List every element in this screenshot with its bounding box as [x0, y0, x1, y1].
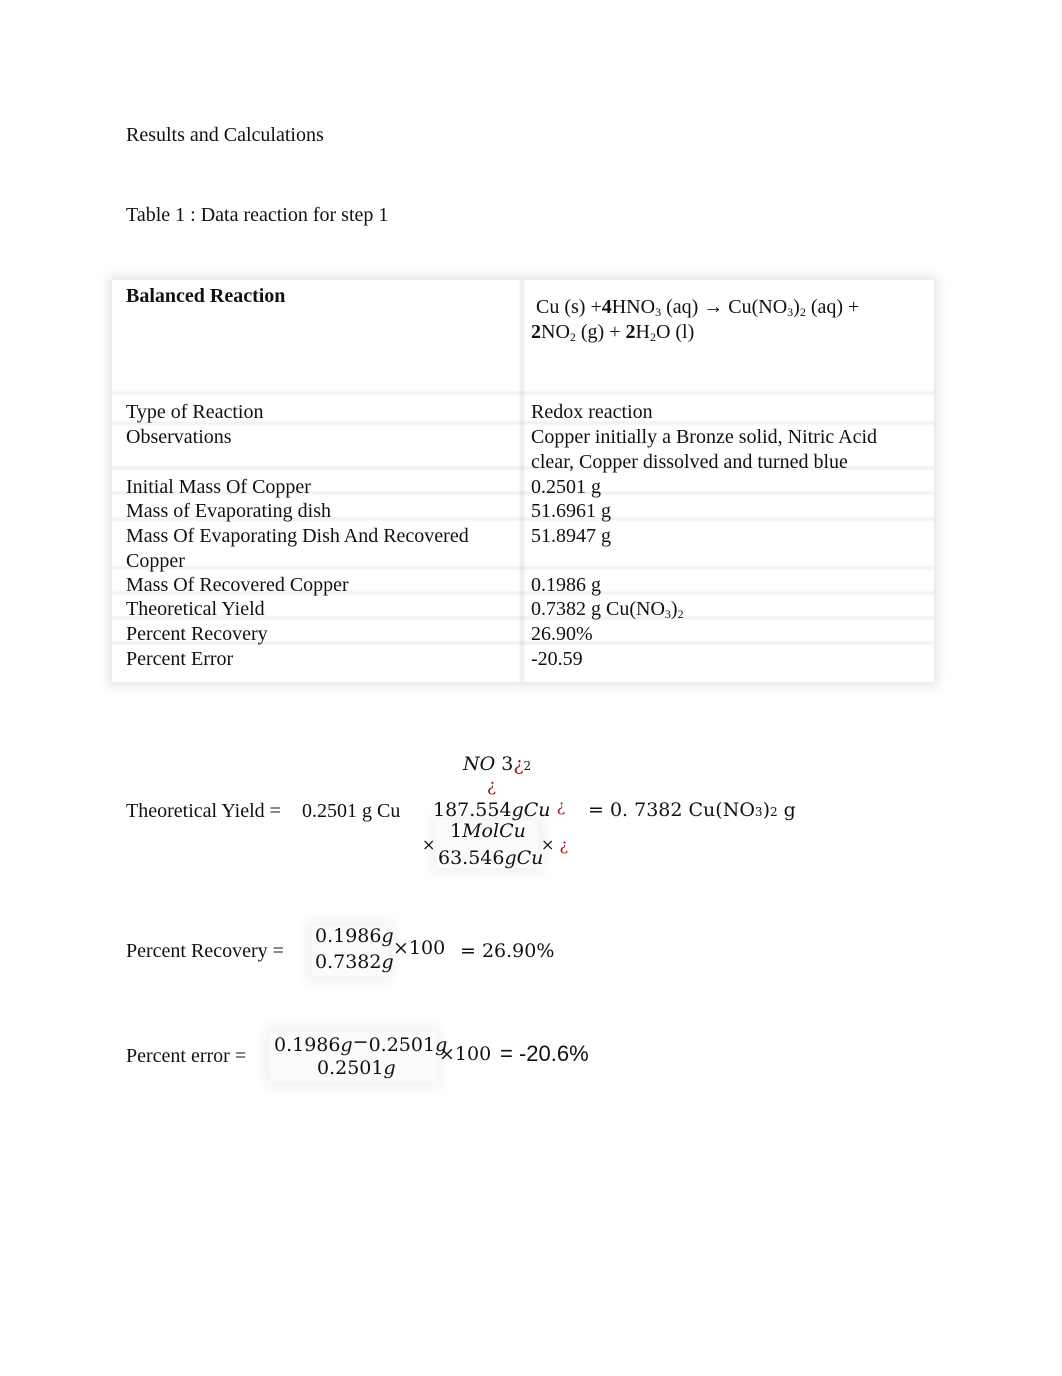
- times-sign: ×: [422, 835, 436, 854]
- cu-mass-denominator: 63.546gCu: [438, 847, 544, 869]
- row-value-percent-error: -20.59: [531, 648, 583, 670]
- section-heading: Results and Calculations: [126, 124, 324, 146]
- recovery-multiplier: ×100: [393, 937, 446, 959]
- table-caption: Table 1 : Data reaction for step 1: [126, 204, 389, 226]
- error-numerator: 0.1986g−0.2501g: [274, 1031, 448, 1056]
- glitch-char: ¿: [556, 796, 566, 815]
- mol-numerator: 1MolCu: [450, 820, 526, 842]
- row-value-initial-mass-copper: 0.2501 g: [531, 476, 601, 498]
- fraction-top: NO 3¿2: [463, 753, 532, 775]
- row-label-balanced-reaction: Balanced Reaction: [126, 285, 286, 307]
- row-label-mass-evaporating-dish: Mass of Evaporating dish: [126, 500, 331, 522]
- row-value-observations: Copper initially a Bronze solid, Nitric …: [531, 426, 878, 473]
- theoretical-yield-label: Theoretical Yield =: [126, 800, 281, 822]
- row-label-percent-error: Percent Error: [126, 648, 234, 670]
- balanced-reaction-equation: Cu (s) +4HNO3 (aq) → Cu(NO3)2 (aq) +2NO2…: [531, 296, 860, 344]
- percent-recovery-label: Percent Recovery =: [126, 940, 284, 962]
- recovery-result: = 26.90%: [460, 940, 555, 962]
- row-value-percent-recovery: 26.90%: [531, 623, 593, 645]
- error-multiplier: ×100: [439, 1043, 492, 1065]
- glitch-char: ¿: [513, 753, 524, 775]
- row-label-mass-dish-and-copper: Mass Of Evaporating Dish And Recovered C…: [126, 525, 469, 572]
- row-label-initial-mass-copper: Initial Mass Of Copper: [126, 476, 311, 498]
- data-table: Balanced Reaction Cu (s) +4HNO3 (aq) → C…: [112, 280, 934, 682]
- row-value-mass-evaporating-dish: 51.6961 g: [531, 500, 611, 522]
- row-label-theoretical-yield: Theoretical Yield: [126, 598, 265, 620]
- row-value-mass-dish-and-copper: 51.8947 g: [531, 525, 611, 547]
- molar-mass-term: 187.554gCu ¿: [433, 796, 566, 821]
- times-sign: × ¿: [541, 835, 569, 854]
- row-value-theoretical-yield: 0.7382 g Cu(NO3)2: [531, 598, 684, 621]
- row-value-type-of-reaction: Redox reaction: [531, 401, 653, 423]
- given-mass: 0.2501 g Cu: [302, 800, 401, 822]
- row-label-percent-recovery: Percent Recovery: [126, 623, 268, 645]
- column-divider: [518, 280, 526, 682]
- glitch-char: ¿: [487, 776, 497, 796]
- recovery-denominator: 0.7382g: [315, 951, 394, 973]
- error-result: = -20.6%: [500, 1041, 589, 1066]
- row-label-mass-recovered-copper: Mass Of Recovered Copper: [126, 574, 349, 596]
- row-label-type-of-reaction: Type of Reaction: [126, 401, 264, 423]
- row-label-observations: Observations: [126, 426, 232, 448]
- theoretical-yield-result: = 0. 7382 Cu(NO3)2 g: [588, 799, 796, 821]
- recovery-numerator: 0.1986g: [315, 925, 394, 947]
- row-divider: [112, 390, 934, 396]
- error-denominator: 0.2501g: [317, 1057, 396, 1079]
- percent-error-label: Percent error =: [126, 1045, 247, 1067]
- row-value-mass-recovered-copper: 0.1986 g: [531, 574, 601, 596]
